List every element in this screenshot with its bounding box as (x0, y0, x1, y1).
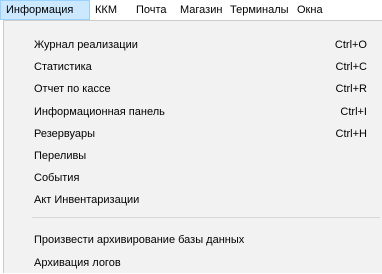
menu-item-shortcut: Ctrl+I (340, 106, 367, 118)
menu-item-shortcut: Ctrl+R (335, 83, 367, 95)
menu-item-label: Отчет по кассе (34, 83, 111, 95)
menu-informatsiya[interactable]: Информация (0, 0, 90, 20)
menu-item-akt-inventarizatsii[interactable]: Акт Инвентаризации (4, 189, 382, 211)
menu-item-zhurnal-realizatsii[interactable]: Журнал реализации Ctrl+O (4, 34, 382, 56)
menu-item-label: Журнал реализации (34, 39, 138, 51)
menu-item-otchet-po-kasse[interactable]: Отчет по кассе Ctrl+R (4, 78, 382, 100)
menu-item-label: Акт Инвентаризации (34, 194, 140, 206)
informatsiya-dropdown-menu: Журнал реализации Ctrl+O Статистика Ctrl… (3, 20, 382, 273)
menu-item-shortcut: Ctrl+H (335, 128, 367, 140)
menu-item-label: Статистика (34, 61, 92, 73)
menu-item-arkhivirovanie-bazy[interactable]: Произвести архивирование базы данных (4, 229, 382, 251)
menu-item-shortcut: Ctrl+C (335, 61, 367, 73)
menu-okna[interactable]: Окна (292, 0, 328, 20)
menu-pochta[interactable]: Почта (131, 0, 172, 20)
menu-separator (32, 217, 380, 218)
menu-item-rezervuary[interactable]: Резервуары Ctrl+H (4, 123, 382, 145)
menu-item-label: События (34, 172, 80, 184)
menu-item-sobytiya[interactable]: События (4, 167, 382, 189)
menu-item-arkhivatsiya-logov[interactable]: Архивация логов (4, 252, 382, 274)
menu-item-statistika[interactable]: Статистика Ctrl+C (4, 56, 382, 78)
menu-magazin[interactable]: Магазин (175, 0, 227, 20)
menu-item-shortcut: Ctrl+O (334, 39, 367, 51)
menu-item-label: Произвести архивирование базы данных (34, 234, 245, 246)
menu-item-perelivy[interactable]: Переливы (4, 145, 382, 167)
menu-kkm[interactable]: ККМ (90, 0, 122, 20)
menu-item-label: Переливы (34, 150, 87, 162)
menu-item-informatsionnaya-panel[interactable]: Информационная панель Ctrl+I (4, 101, 382, 123)
menu-bar: Информация ККМ Почта Магазин Терминалы О… (0, 0, 382, 20)
menu-item-label: Архивация логов (34, 257, 121, 269)
menu-item-label: Резервуары (34, 128, 96, 140)
menu-terminaly[interactable]: Терминалы (225, 0, 294, 20)
menu-item-label: Информационная панель (34, 106, 165, 118)
